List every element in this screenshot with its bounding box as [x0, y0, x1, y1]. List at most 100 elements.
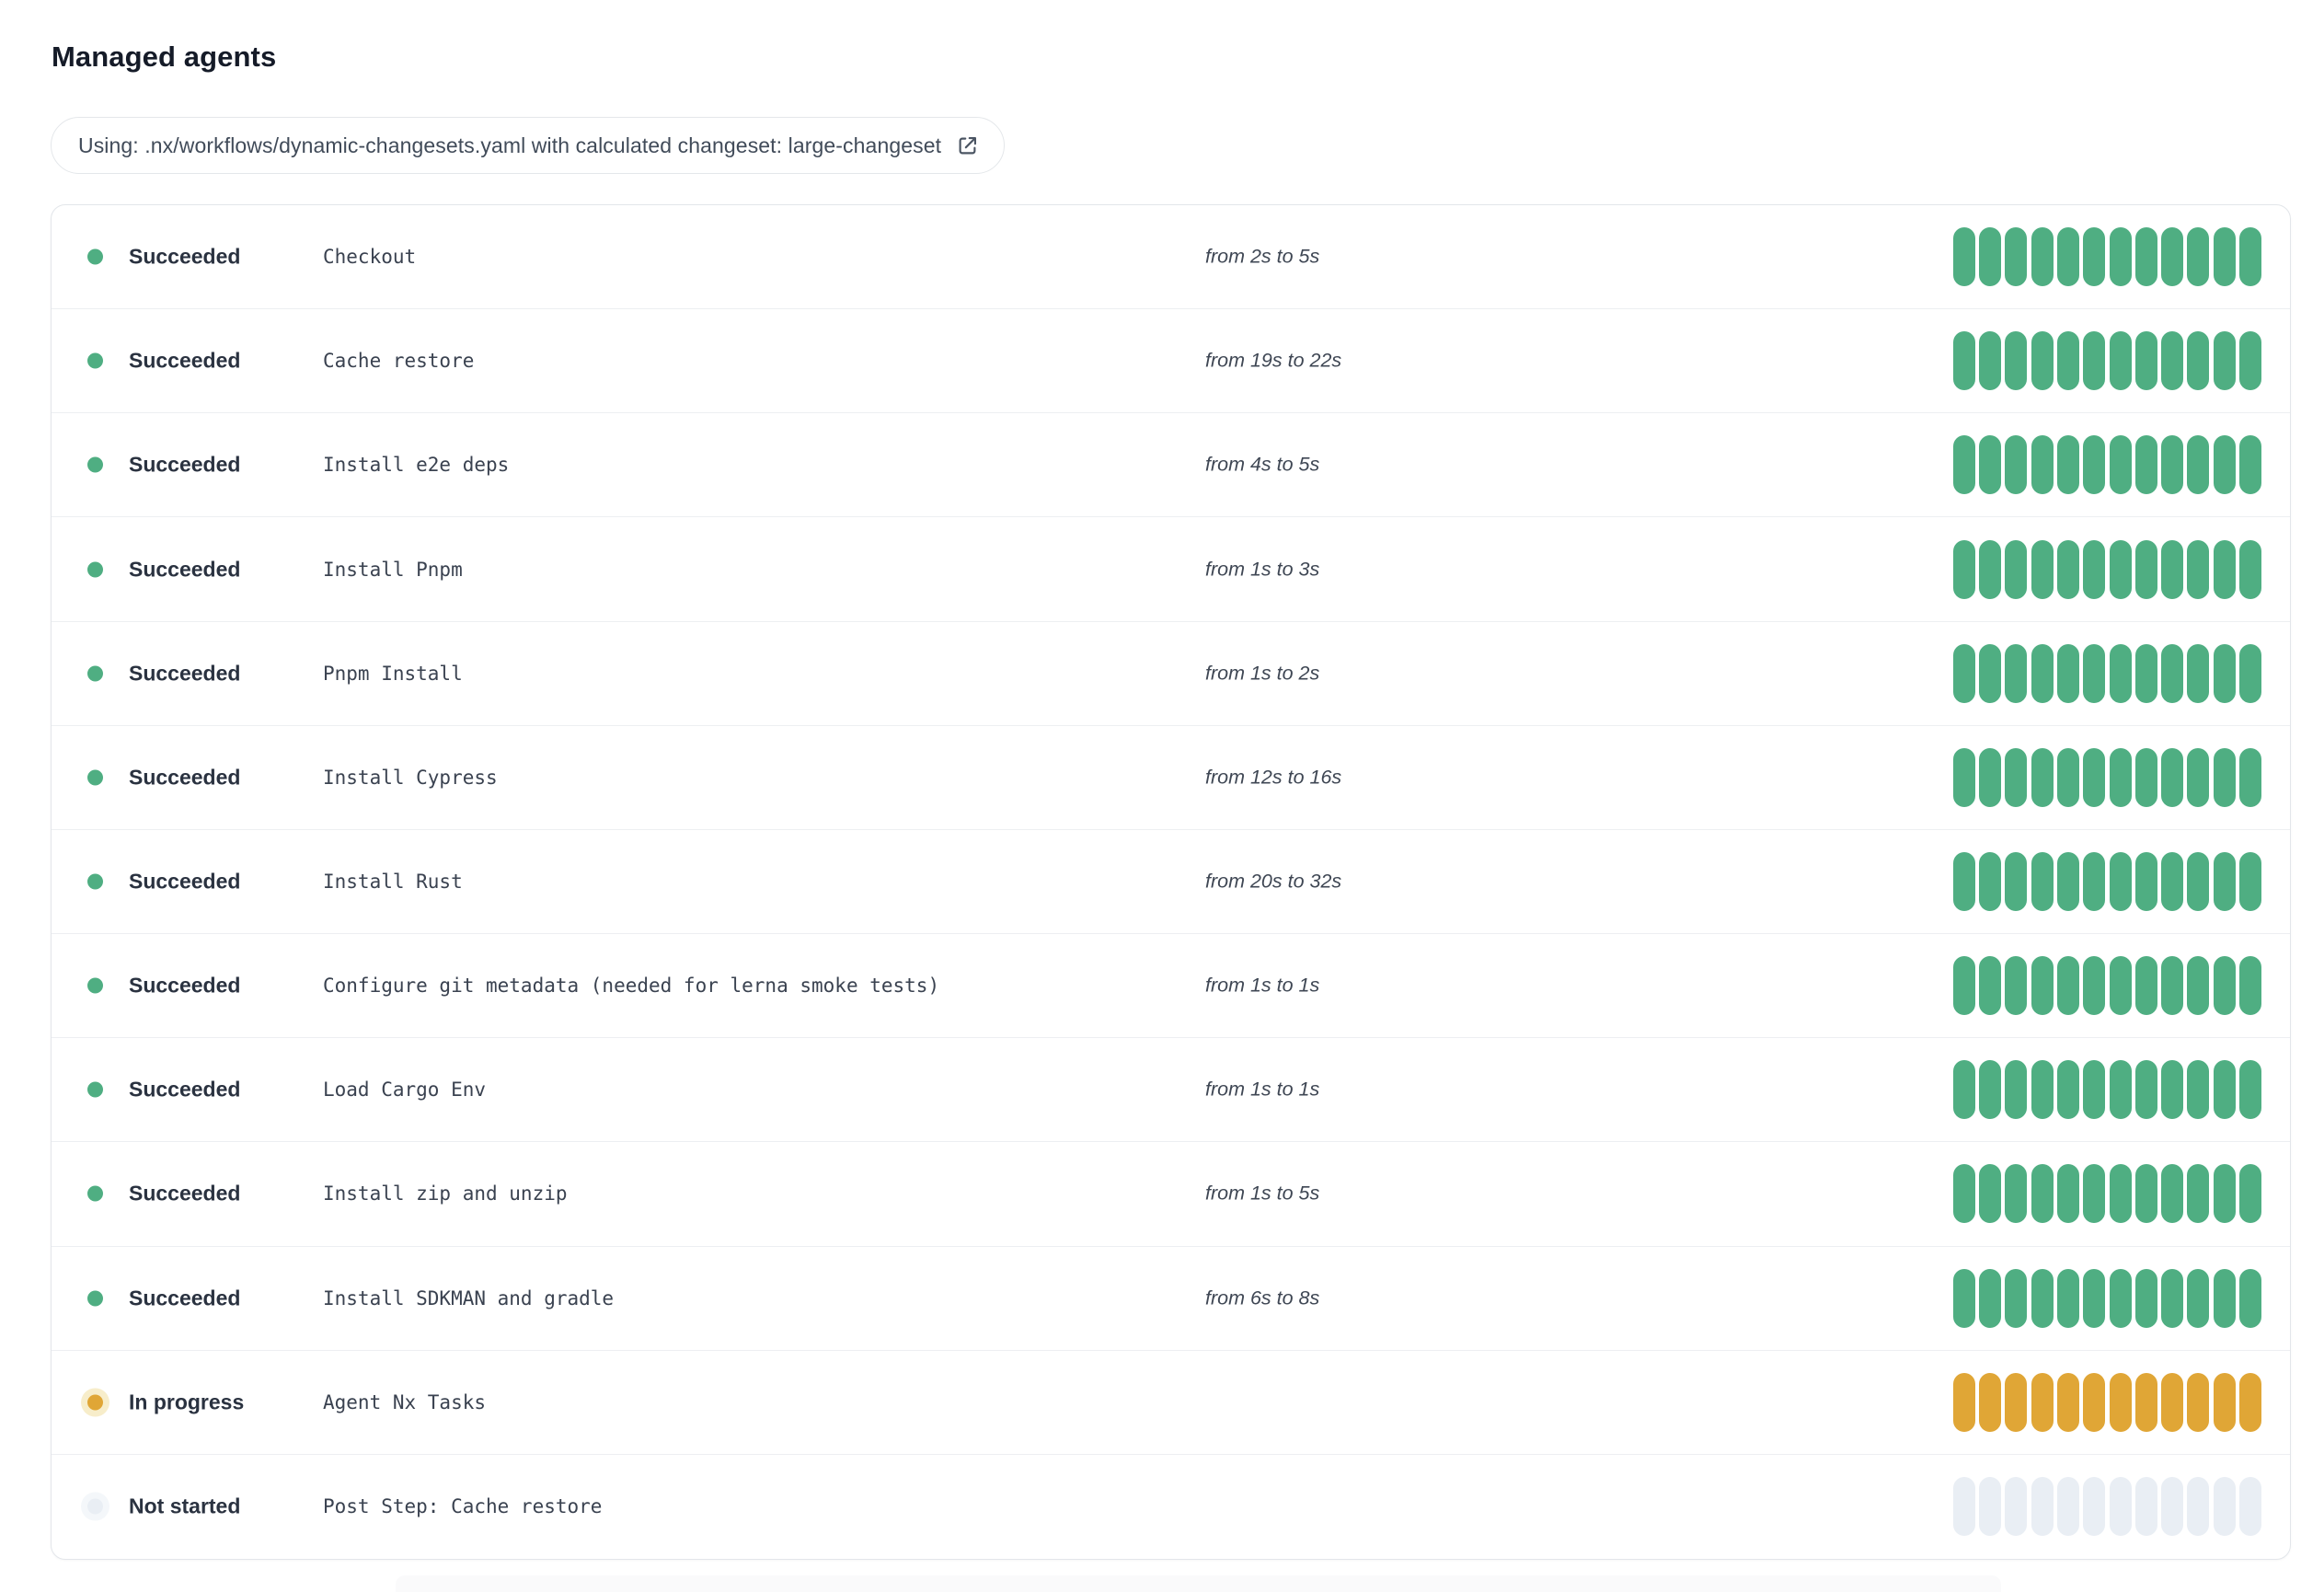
- agent-bar-segment[interactable]: [2213, 331, 2236, 391]
- agent-bar-segment[interactable]: [2213, 852, 2236, 912]
- agent-step-row[interactable]: Succeeded Install SDKMAN and gradle from…: [52, 1247, 2290, 1351]
- agent-bar-segment[interactable]: [2005, 643, 2028, 703]
- agent-bar-segment[interactable]: [1979, 852, 2002, 912]
- agent-bar-segment[interactable]: [2031, 435, 2054, 495]
- agent-bar-segment[interactable]: [2134, 435, 2157, 495]
- agent-bar-segment[interactable]: [2213, 1372, 2236, 1432]
- agent-bar-segment[interactable]: [2109, 1372, 2132, 1432]
- agent-bar-segment[interactable]: [2056, 747, 2079, 807]
- agent-bar-segment[interactable]: [2083, 539, 2106, 599]
- agent-bar-segment[interactable]: [2134, 747, 2157, 807]
- agent-bar-segment[interactable]: [2031, 643, 2054, 703]
- agent-bar-segment[interactable]: [2239, 539, 2261, 599]
- agent-bar-segment[interactable]: [2239, 747, 2261, 807]
- agent-bar-segment[interactable]: [1952, 747, 1975, 807]
- agent-bar-segment[interactable]: [2005, 1164, 2028, 1224]
- agent-bar-segment[interactable]: [2109, 1477, 2132, 1537]
- agent-bar-segment[interactable]: [2161, 956, 2184, 1016]
- agent-bars[interactable]: [1952, 435, 2261, 495]
- agent-bar-segment[interactable]: [2083, 435, 2106, 495]
- agent-bar-segment[interactable]: [2005, 1268, 2028, 1328]
- agent-step-row[interactable]: Succeeded Load Cargo Env from 1s to 1s: [52, 1038, 2290, 1143]
- agent-bar-segment[interactable]: [2134, 539, 2157, 599]
- agent-bar-segment[interactable]: [1952, 852, 1975, 912]
- agent-bar-segment[interactable]: [2213, 1477, 2236, 1537]
- agent-bar-segment[interactable]: [2109, 1268, 2132, 1328]
- agent-bar-segment[interactable]: [2056, 539, 2079, 599]
- agent-step-row[interactable]: Succeeded Cache restore from 19s to 22s: [52, 309, 2290, 414]
- agent-bar-segment[interactable]: [2109, 331, 2132, 391]
- agent-bar-segment[interactable]: [2031, 227, 2054, 287]
- agent-bar-segment[interactable]: [2056, 1060, 2079, 1120]
- agent-bar-segment[interactable]: [1979, 435, 2002, 495]
- agent-bar-segment[interactable]: [2239, 852, 2261, 912]
- agent-bar-segment[interactable]: [2161, 331, 2184, 391]
- agent-bar-segment[interactable]: [2083, 747, 2106, 807]
- agent-bar-segment[interactable]: [2083, 1164, 2106, 1224]
- agent-bar-segment[interactable]: [2134, 643, 2157, 703]
- agent-bar-segment[interactable]: [2005, 956, 2028, 1016]
- agent-bar-segment[interactable]: [2031, 1268, 2054, 1328]
- agent-bar-segment[interactable]: [2239, 1060, 2261, 1120]
- agent-bar-segment[interactable]: [2134, 1268, 2157, 1328]
- agent-bar-segment[interactable]: [2187, 852, 2210, 912]
- agent-step-row[interactable]: Succeeded Install Rust from 20s to 32s: [52, 830, 2290, 935]
- agent-bars[interactable]: [1952, 1164, 2261, 1224]
- agent-bar-segment[interactable]: [2031, 1477, 2054, 1537]
- agent-bars[interactable]: [1952, 1060, 2261, 1120]
- agent-bar-segment[interactable]: [2239, 643, 2261, 703]
- agent-bar-segment[interactable]: [2239, 1477, 2261, 1537]
- agent-bars[interactable]: [1952, 331, 2261, 391]
- agent-bar-segment[interactable]: [1952, 1477, 1975, 1537]
- agent-bar-segment[interactable]: [2005, 539, 2028, 599]
- agent-bar-segment[interactable]: [1979, 747, 2002, 807]
- agent-bar-segment[interactable]: [2109, 643, 2132, 703]
- agent-bar-segment[interactable]: [2056, 1372, 2079, 1432]
- agent-bar-segment[interactable]: [2134, 852, 2157, 912]
- agent-bar-segment[interactable]: [2056, 227, 2079, 287]
- agent-bar-segment[interactable]: [2187, 956, 2210, 1016]
- agent-bar-segment[interactable]: [1952, 1268, 1975, 1328]
- agent-bar-segment[interactable]: [1952, 956, 1975, 1016]
- agent-bar-segment[interactable]: [2187, 1060, 2210, 1120]
- agent-bar-segment[interactable]: [2187, 1477, 2210, 1537]
- agent-bar-segment[interactable]: [2213, 1164, 2236, 1224]
- agent-bar-segment[interactable]: [2005, 331, 2028, 391]
- agent-bar-segment[interactable]: [2161, 435, 2184, 495]
- agent-bar-segment[interactable]: [1979, 227, 2002, 287]
- agent-bar-segment[interactable]: [2213, 435, 2236, 495]
- agent-bar-segment[interactable]: [1979, 331, 2002, 391]
- agent-bar-segment[interactable]: [2134, 956, 2157, 1016]
- agent-bar-segment[interactable]: [2031, 1372, 2054, 1432]
- agent-bar-segment[interactable]: [2005, 227, 2028, 287]
- agent-step-row[interactable]: Succeeded Checkout from 2s to 5s: [52, 205, 2290, 310]
- agent-bar-segment[interactable]: [2083, 1477, 2106, 1537]
- agent-bar-segment[interactable]: [2031, 539, 2054, 599]
- agent-bars[interactable]: [1952, 1372, 2261, 1432]
- agent-bars[interactable]: [1952, 539, 2261, 599]
- agent-bars[interactable]: [1952, 852, 2261, 912]
- agent-bar-segment[interactable]: [2109, 227, 2132, 287]
- agent-bar-segment[interactable]: [2161, 852, 2184, 912]
- workflow-banner[interactable]: Using: .nx/workflows/dynamic-changesets.…: [51, 117, 1006, 174]
- agent-bar-segment[interactable]: [2213, 1060, 2236, 1120]
- agent-bar-segment[interactable]: [2134, 331, 2157, 391]
- agent-bar-segment[interactable]: [2056, 1477, 2079, 1537]
- agent-bar-segment[interactable]: [2083, 956, 2106, 1016]
- agent-bar-segment[interactable]: [2213, 227, 2236, 287]
- agent-bar-segment[interactable]: [2005, 747, 2028, 807]
- agent-step-row[interactable]: Not started Post Step: Cache restore: [52, 1455, 2290, 1559]
- agent-bar-segment[interactable]: [1952, 643, 1975, 703]
- agent-bar-segment[interactable]: [1979, 1060, 2002, 1120]
- agent-step-row[interactable]: Succeeded Pnpm Install from 1s to 2s: [52, 622, 2290, 726]
- agent-step-row[interactable]: Succeeded Install e2e deps from 4s to 5s: [52, 413, 2290, 518]
- agent-bar-segment[interactable]: [2161, 1268, 2184, 1328]
- agent-bar-segment[interactable]: [2005, 1060, 2028, 1120]
- agent-bar-segment[interactable]: [2161, 747, 2184, 807]
- agent-bar-segment[interactable]: [2213, 539, 2236, 599]
- agent-bar-segment[interactable]: [2083, 1372, 2106, 1432]
- agent-bar-segment[interactable]: [2005, 1477, 2028, 1537]
- agent-bar-segment[interactable]: [1952, 435, 1975, 495]
- agent-bar-segment[interactable]: [2056, 1164, 2079, 1224]
- agent-bar-segment[interactable]: [2109, 1164, 2132, 1224]
